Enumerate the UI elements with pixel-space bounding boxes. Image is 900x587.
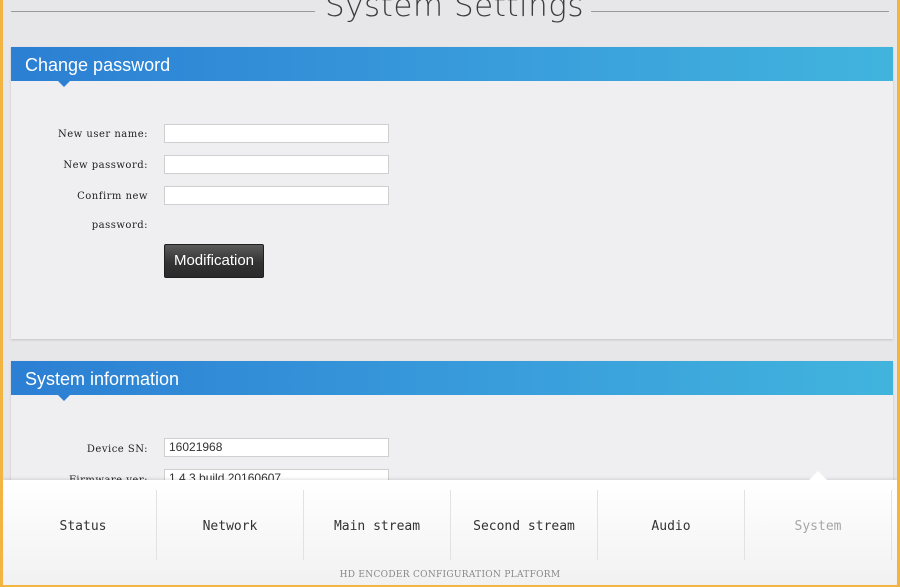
nav-system[interactable]: System bbox=[745, 490, 891, 560]
change-password-section: Change password New user name: New passw… bbox=[11, 47, 893, 339]
change-password-heading: Change password bbox=[25, 55, 171, 75]
device-sn-value: 16021968 bbox=[164, 438, 389, 457]
nav-status[interactable]: Status bbox=[10, 490, 156, 560]
confirm-new-label-line1: Confirm new bbox=[77, 191, 148, 202]
change-password-header: Change password bbox=[11, 47, 893, 81]
new-password-input[interactable] bbox=[164, 155, 389, 174]
page-title: System Settings bbox=[325, 0, 585, 24]
footer-text: HD ENCODER CONFIGURATION PLATFORM bbox=[339, 570, 561, 580]
active-tab-caret bbox=[809, 471, 827, 480]
app-frame: System Settings Change password New user… bbox=[3, 0, 897, 585]
new-user-name-label: New user name: bbox=[57, 129, 148, 140]
nav-second-stream[interactable]: Second stream bbox=[451, 490, 597, 560]
header-notch bbox=[58, 81, 70, 87]
system-information-header: System information bbox=[11, 361, 893, 395]
confirm-new-label-line2: password: bbox=[91, 220, 148, 231]
system-information-heading: System information bbox=[25, 369, 180, 389]
confirm-password-input[interactable] bbox=[164, 186, 389, 205]
modification-button[interactable]: Modification bbox=[164, 244, 264, 278]
header-notch bbox=[58, 395, 70, 401]
nav-network[interactable]: Network bbox=[157, 490, 303, 560]
page-title-row: System Settings bbox=[3, 0, 897, 30]
nav-audio[interactable]: Audio bbox=[598, 490, 744, 560]
title-divider-right bbox=[591, 11, 889, 12]
title-divider-left bbox=[11, 11, 315, 12]
new-user-name-input[interactable] bbox=[164, 124, 389, 143]
nav-main-stream[interactable]: Main stream bbox=[304, 490, 450, 560]
new-password-label: New password: bbox=[63, 160, 148, 171]
nav-separator bbox=[891, 490, 892, 560]
device-sn-label: Device SN: bbox=[86, 444, 148, 455]
